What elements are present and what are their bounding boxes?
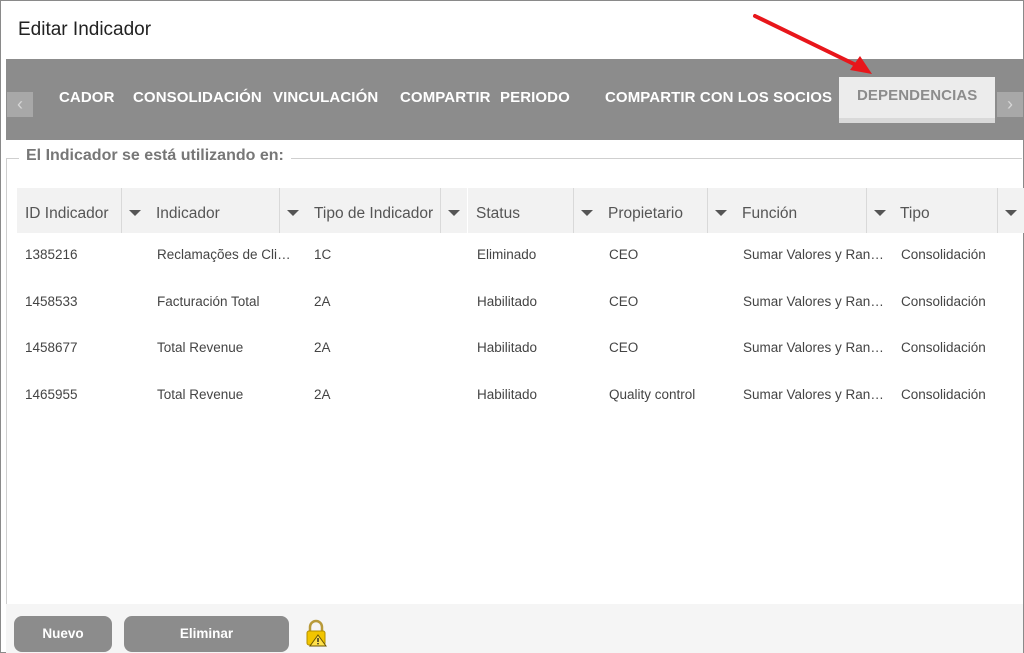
sort-arrow-icon[interactable]	[998, 188, 1024, 233]
delete-button[interactable]: Eliminar	[124, 616, 289, 652]
column-header-id-indicador[interactable]: ID Indicador	[17, 188, 121, 233]
new-button[interactable]: Nuevo	[14, 616, 112, 652]
table-row[interactable]: 1465955 Total Revenue 2A Habilitado Qual…	[17, 387, 1017, 433]
cell-id: 1385216	[25, 247, 78, 262]
tab-indicador[interactable]: CADOR	[59, 89, 115, 106]
column-header-status[interactable]: Status	[468, 188, 573, 233]
tab-vinculacion[interactable]: VINCULACIÓN	[273, 89, 378, 106]
table-row[interactable]: 1458533 Facturación Total 2A Habilitado …	[17, 294, 1017, 340]
cell-funcion: Sumar Valores y Rangos	[743, 387, 885, 402]
cell-indicador: Total Revenue	[157, 340, 244, 355]
column-header-tipo[interactable]: Tipo	[892, 188, 997, 233]
cell-indicador: Reclamações de Clientes	[157, 247, 292, 262]
dialog-footer: Nuevo Eliminar	[6, 604, 1023, 653]
sort-arrow-icon[interactable]	[867, 188, 893, 233]
cell-tipo-indicador: 2A	[314, 387, 331, 402]
table-row[interactable]: 1385216 Reclamações de Clientes 1C Elimi…	[17, 247, 1017, 293]
sort-arrow-icon[interactable]	[122, 188, 148, 233]
sort-arrow-icon[interactable]	[280, 188, 306, 233]
cell-status: Eliminado	[477, 247, 537, 262]
cell-propietario: Quality control	[609, 387, 696, 402]
tab-compartir[interactable]: COMPARTIR	[400, 89, 491, 106]
tab-bar: ‹ CADOR CONSOLIDACIÓN VINCULACIÓN COMPAR…	[6, 59, 1023, 140]
cell-tipo-indicador: 2A	[314, 294, 331, 309]
cell-tipo: Consolidación	[901, 387, 986, 402]
tab-compartir-socios[interactable]: COMPARTIR CON LOS SOCIOS	[605, 89, 832, 106]
column-header-indicador[interactable]: Indicador	[148, 188, 279, 233]
cell-tipo-indicador: 2A	[314, 340, 331, 355]
grid-header: ID Indicador Indicador Tipo de Indicador…	[1, 188, 1024, 233]
table-row[interactable]: 1458677 Total Revenue 2A Habilitado CEO …	[17, 340, 1017, 386]
cell-indicador: Total Revenue	[157, 387, 244, 402]
cell-propietario: CEO	[609, 340, 639, 355]
cell-funcion: Sumar Valores y Rangos	[743, 294, 885, 309]
dialog-title: Editar Indicador	[18, 19, 152, 40]
cell-id: 1465955	[25, 387, 78, 402]
cell-id: 1458533	[25, 294, 78, 309]
cell-status: Habilitado	[477, 387, 538, 402]
column-header-funcion[interactable]: Función	[734, 188, 866, 233]
cell-funcion: Sumar Valores y Rangos	[743, 340, 885, 355]
tab-periodo[interactable]: PERIODO	[500, 89, 570, 106]
column-header-tipo-indicador[interactable]: Tipo de Indicador	[306, 188, 440, 233]
cell-propietario: CEO	[609, 294, 639, 309]
cell-status: Habilitado	[477, 294, 538, 309]
cell-tipo-indicador: 1C	[314, 247, 332, 262]
cell-tipo: Consolidación	[901, 247, 986, 262]
sort-arrow-icon[interactable]	[574, 188, 600, 233]
cell-status: Habilitado	[477, 340, 538, 355]
tab-consolidacion[interactable]: CONSOLIDACIÓN	[133, 89, 262, 106]
tab-dependencias[interactable]: DEPENDENCIAS	[839, 77, 996, 123]
cell-funcion: Sumar Valores y Rangos	[743, 247, 885, 262]
section-legend: El Indicador se está utilizando en:	[19, 147, 291, 165]
cell-id: 1458677	[25, 340, 78, 355]
dialog-window: Editar Indicador ‹ CADOR CONSOLIDACIÓN V…	[0, 0, 1024, 653]
cell-tipo: Consolidación	[901, 340, 986, 355]
chevron-right-icon[interactable]: ›	[997, 92, 1023, 117]
lock-warning-icon[interactable]	[304, 619, 328, 647]
chevron-left-icon[interactable]: ‹	[7, 92, 33, 117]
cell-propietario: CEO	[609, 247, 639, 262]
cell-tipo: Consolidación	[901, 294, 986, 309]
cell-indicador: Facturación Total	[157, 294, 260, 309]
column-header-propietario[interactable]: Propietario	[600, 188, 707, 233]
sort-arrow-icon[interactable]	[708, 188, 734, 233]
sort-arrow-icon[interactable]	[441, 188, 467, 233]
